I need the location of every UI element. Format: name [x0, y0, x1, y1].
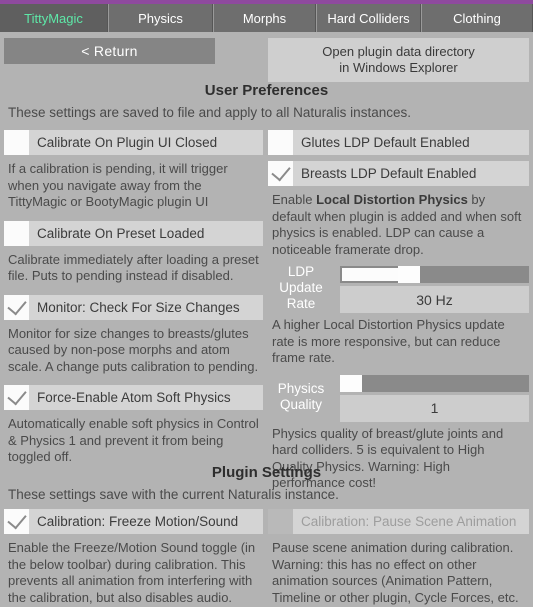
desc-calibrate-on-preset-loaded: Calibrate immediately after loading a pr… [8, 251, 259, 284]
user-preferences-left-column: Calibrate On Plugin UI Closed If a calib… [4, 130, 263, 466]
tab-morphs[interactable]: Morphs [213, 4, 316, 32]
checkbox-icon[interactable] [4, 130, 29, 155]
slider-ldp-update-rate[interactable]: LDP Update Rate 30 Hz [268, 264, 529, 314]
desc-ldp-update-rate: A higher Local Distortion Physics update… [272, 317, 505, 365]
desc-calibration-freeze-motion-sound: Enable the Freeze/Motion Sound toggle (i… [8, 540, 256, 605]
toggle-monitor-check-for-size-changes[interactable]: Monitor: Check For Size Changes [4, 294, 263, 320]
tab-label: Physics [138, 10, 183, 26]
desc-force-enable-atom-soft-physics: Automatically enable soft physics in Con… [8, 416, 259, 464]
user-preferences-heading: User Preferences [204, 82, 329, 99]
slider-track[interactable] [340, 266, 529, 283]
toggle-force-enable-atom-soft-physics[interactable]: Force-Enable Atom Soft Physics [4, 385, 263, 410]
plugin-settings-subtitle: These settings save with the current Nat… [8, 487, 339, 502]
toggle-label: Breasts LDP Default Enabled [301, 166, 477, 181]
tab-clothing[interactable]: Clothing [421, 4, 533, 32]
desc-physics-quality: Physics quality of breast/glute joints a… [272, 425, 504, 491]
toggle-label: Monitor: Check For Size Changes [37, 299, 240, 315]
slider-label: Physics Quality [277, 380, 325, 412]
checkbox-icon[interactable] [4, 294, 29, 320]
slider-value[interactable]: 30 Hz [340, 286, 529, 313]
checkbox-icon[interactable] [4, 509, 29, 534]
toggle-label: Calibration: Freeze Motion/Sound [37, 514, 239, 529]
tab-label: Hard Colliders [327, 10, 410, 26]
toggle-glutes-ldp-default-enabled[interactable]: Glutes LDP Default Enabled [268, 130, 529, 155]
desc-ldp-default: Enable Local Distortion Physics by defau… [268, 189, 529, 258]
checkbox-icon[interactable] [268, 130, 293, 155]
open-plugin-data-directory-button[interactable]: Open plugin data directory in Windows Ex… [268, 38, 529, 82]
toggle-label: Calibrate On Plugin UI Closed [37, 135, 218, 150]
tab-label: Morphs [242, 10, 287, 26]
slider-handle[interactable] [398, 266, 420, 283]
toggle-calibrate-on-preset-loaded[interactable]: Calibrate On Preset Loaded [4, 220, 263, 246]
tab-label: Clothing [453, 10, 501, 26]
toggle-label: Force-Enable Atom Soft Physics [37, 390, 231, 405]
toggle-calibrate-on-plugin-ui-closed[interactable]: Calibrate On Plugin UI Closed [4, 130, 263, 155]
tab-physics[interactable]: Physics [108, 4, 213, 32]
panel-header: < Return Open plugin data directory in W… [0, 36, 533, 84]
settings-panel: < Return Open plugin data directory in W… [0, 32, 533, 607]
checkbox-icon[interactable] [268, 509, 293, 534]
toggle-calibration-pause-scene-animation[interactable]: Calibration: Pause Scene Animation [268, 509, 529, 534]
toggle-breasts-ldp-default-enabled[interactable]: Breasts LDP Default Enabled [268, 161, 529, 186]
desc-calibrate-on-plugin-ui-closed: If a calibration is pending, it will tri… [8, 161, 228, 209]
tab-hard-colliders[interactable]: Hard Colliders [316, 4, 421, 32]
slider-label: LDP Update Rate [279, 264, 323, 311]
toggle-label: Calibration: Pause Scene Animation [301, 514, 517, 529]
desc-monitor-check-for-size-changes: Monitor for size changes to breasts/glut… [8, 325, 259, 374]
user-preferences-right-column: Glutes LDP Default Enabled Breasts LDP D… [268, 130, 529, 492]
slider-physics-quality[interactable]: Physics Quality 1 [268, 373, 529, 423]
toggle-calibration-freeze-motion-sound[interactable]: Calibration: Freeze Motion/Sound [4, 509, 263, 534]
plugin-settings-right-column: Calibration: Pause Scene Animation Pause… [268, 509, 529, 606]
toggle-label: Calibrate On Preset Loaded [37, 225, 205, 241]
slider-handle[interactable] [340, 374, 362, 392]
slider-track[interactable] [340, 374, 529, 392]
checkbox-icon[interactable] [268, 161, 293, 186]
ldp-desc-prefix: Enable [272, 192, 317, 207]
plugin-settings-left-column: Calibration: Freeze Motion/Sound Enable … [4, 509, 263, 606]
slider-value[interactable]: 1 [340, 394, 529, 422]
tab-tittymagic[interactable]: TittyMagic [0, 4, 108, 32]
open-dir-line-2: in Windows Explorer [339, 60, 458, 75]
slider-fill [342, 268, 398, 281]
plugin-settings-heading: Plugin Settings [211, 464, 322, 481]
open-dir-line-1: Open plugin data directory [322, 44, 475, 59]
checkbox-icon[interactable] [4, 385, 29, 410]
checkbox-icon[interactable] [4, 220, 29, 246]
user-preferences-subtitle: These settings are saved to file and app… [8, 105, 411, 120]
toggle-label: Glutes LDP Default Enabled [301, 135, 470, 150]
ldp-desc-bold: Local Distortion Physics [316, 192, 468, 207]
return-button[interactable]: < Return [4, 38, 215, 64]
tab-bar: TittyMagic Physics Morphs Hard Colliders… [0, 4, 533, 32]
tab-label: TittyMagic [24, 10, 83, 26]
desc-calibration-pause-scene-animation: Pause scene animation during calibration… [272, 540, 519, 605]
